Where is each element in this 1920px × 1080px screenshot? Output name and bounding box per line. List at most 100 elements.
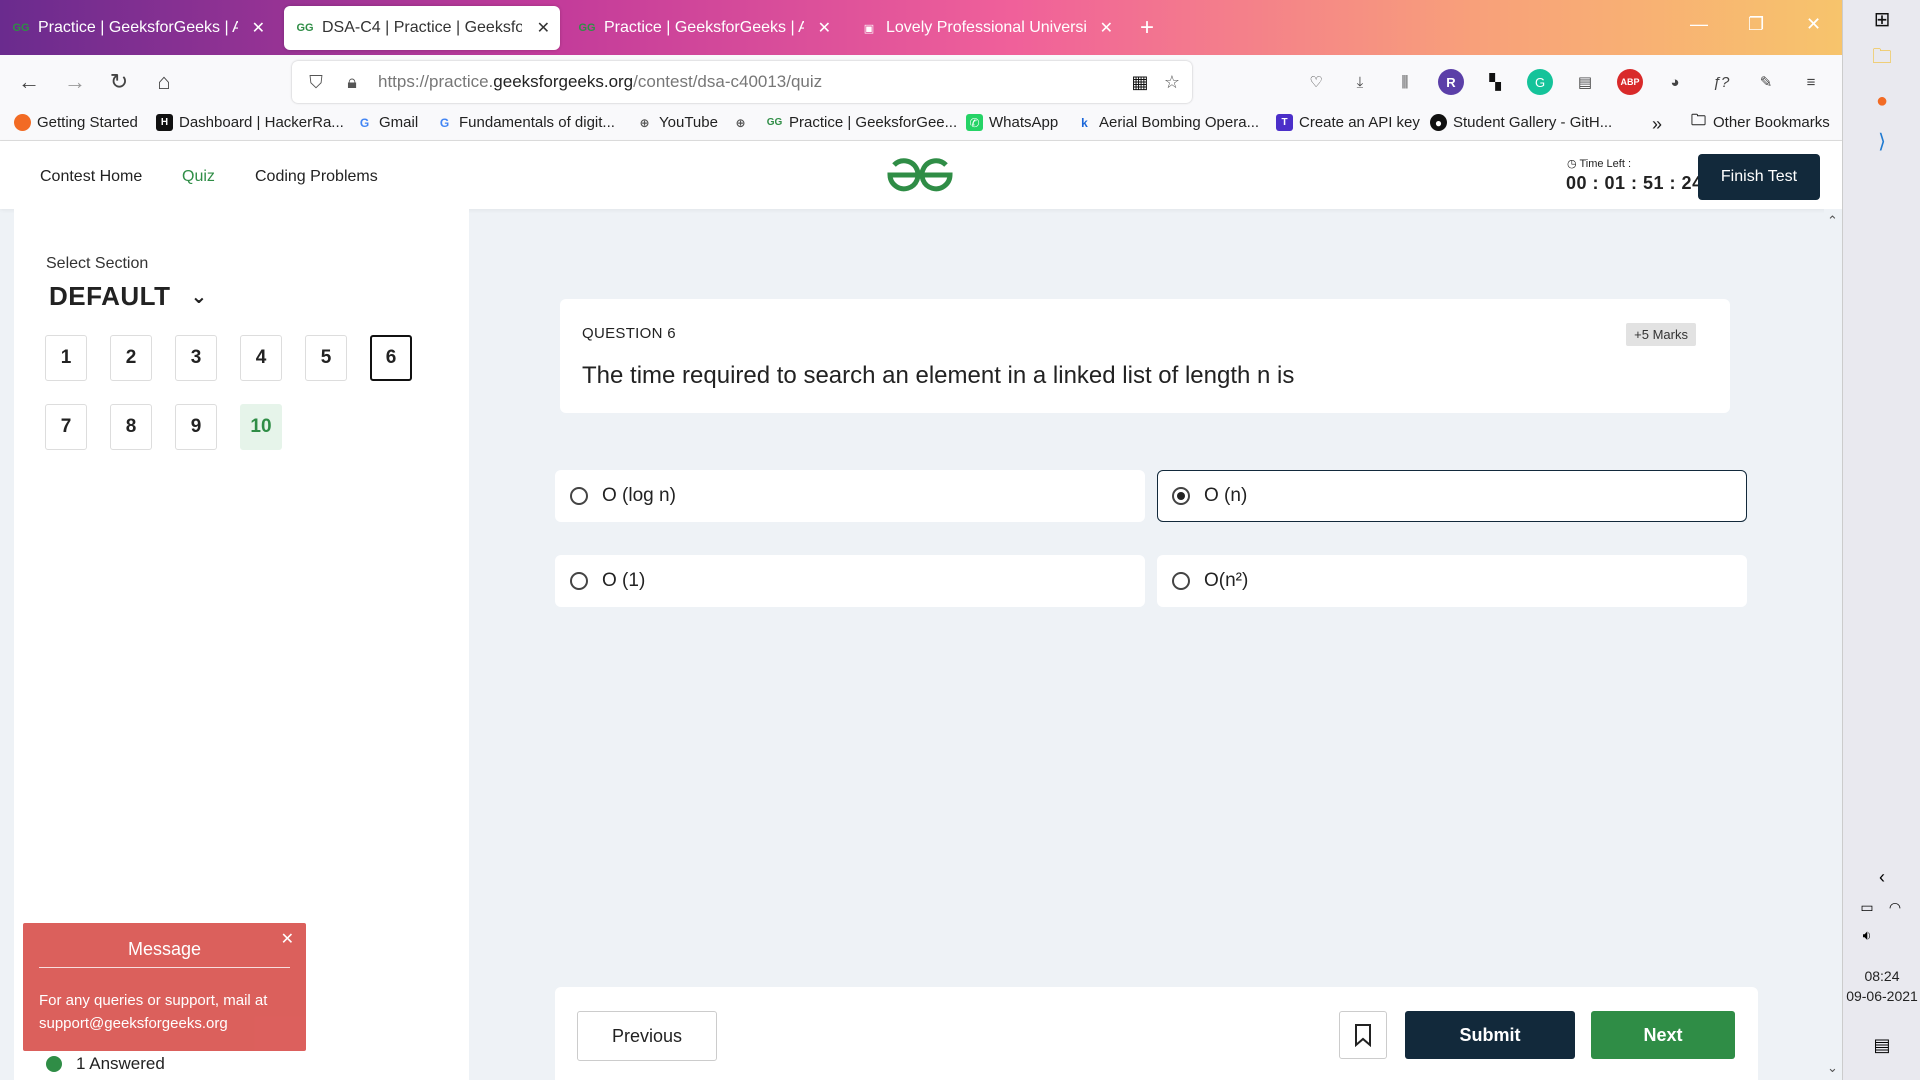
battery-icon[interactable]: ▭: [1855, 892, 1879, 922]
answer-option[interactable]: O (log n): [555, 470, 1145, 522]
section-dropdown[interactable]: DEFAULT ⌄: [49, 281, 208, 312]
question-nav-item[interactable]: 4: [240, 335, 282, 381]
bookmark-item[interactable]: ✆ WhatsApp: [966, 114, 1058, 131]
question-nav-item[interactable]: 7: [45, 404, 87, 450]
other-bookmarks[interactable]: 🗀 Other Bookmarks: [1690, 112, 1830, 131]
bookmark-label: Dashboard | HackerRa...: [179, 114, 344, 131]
close-icon[interactable]: ✕: [818, 18, 831, 38]
adblock-icon[interactable]: ABP: [1617, 69, 1643, 95]
eyedropper-icon[interactable]: ✎: [1753, 69, 1779, 95]
bookmark-item[interactable]: G Fundamentals of digit...: [436, 114, 615, 131]
chevron-left-icon[interactable]: ‹: [1867, 862, 1897, 892]
lock-icon[interactable]: 🔒︎: [340, 72, 364, 93]
answered-label: 1 Answered: [76, 1054, 165, 1073]
browser-tab[interactable]: GG Practice | GeeksforGeeks | A computer…: [0, 6, 275, 50]
close-icon[interactable]: ✕: [537, 18, 550, 38]
question-nav-item[interactable]: 9: [175, 404, 217, 450]
grammarly-icon[interactable]: G: [1527, 69, 1553, 95]
previous-button[interactable]: Previous: [577, 1011, 717, 1061]
account-avatar-icon[interactable]: R: [1438, 69, 1464, 95]
url-bar[interactable]: ⛉ 🔒︎ https://practice.geeksforgeeks.org/…: [292, 61, 1192, 103]
forward-icon[interactable]: →: [60, 67, 90, 97]
question-nav-item[interactable]: 3: [175, 335, 217, 381]
close-icon[interactable]: ✕: [281, 929, 294, 949]
window-close-icon[interactable]: ✕: [1806, 14, 1821, 35]
formula-icon[interactable]: ƒ?: [1708, 69, 1734, 95]
close-icon[interactable]: ✕: [1100, 18, 1113, 38]
browser-tab-active[interactable]: GG DSA-C4 | Practice | GeeksforGeeks ✕: [284, 6, 560, 50]
gfg-favicon-icon: GG: [766, 117, 783, 128]
pocket-icon[interactable]: ♡: [1303, 69, 1329, 95]
system-clock[interactable]: 08:24 09-06-2021: [1843, 966, 1920, 1006]
url-text[interactable]: https://practice.geeksforgeeks.org/conte…: [378, 72, 822, 92]
finish-test-button[interactable]: Finish Test: [1698, 154, 1820, 200]
bookmark-item[interactable]: T Create an API key: [1276, 114, 1420, 131]
nav-contest-home[interactable]: Contest Home: [40, 168, 142, 186]
radio-button[interactable]: [570, 487, 588, 505]
new-tab-icon[interactable]: +: [1140, 14, 1154, 42]
lpu-favicon-icon: ▣: [863, 22, 875, 35]
library-icon[interactable]: ⫼: [1392, 69, 1418, 95]
hackerrank-icon: H: [156, 114, 173, 131]
puzzle-extension-icon[interactable]: ◕: [1662, 69, 1688, 95]
close-icon[interactable]: ✕: [252, 18, 265, 38]
back-icon[interactable]: ←: [14, 67, 44, 97]
menu-icon[interactable]: ≡: [1798, 69, 1824, 95]
bookmark-item[interactable]: Getting Started: [14, 114, 138, 131]
gfg-logo[interactable]: [885, 155, 955, 195]
tab-title: Practice | GeeksforGeeks | A computer sc…: [604, 19, 804, 36]
extensions-grid-icon[interactable]: ▚: [1482, 69, 1508, 95]
browser-tab[interactable]: ▣ Lovely Professional University- OUMS ✕: [848, 6, 1123, 50]
home-icon[interactable]: ⌂: [149, 67, 179, 97]
calendar-extension-icon[interactable]: ▤: [1572, 69, 1598, 95]
question-nav-item[interactable]: 8: [110, 404, 152, 450]
next-button[interactable]: Next: [1591, 1011, 1735, 1059]
bookmark-item[interactable]: ⊕: [732, 114, 755, 131]
minimize-icon[interactable]: —: [1690, 14, 1708, 35]
bookmark-question-button[interactable]: [1339, 1011, 1387, 1059]
bookmark-icon: [1355, 1024, 1371, 1047]
qr-code-icon[interactable]: ▦: [1128, 72, 1152, 93]
browser-tab[interactable]: GG Practice | GeeksforGeeks | A computer…: [566, 6, 841, 50]
restore-icon[interactable]: ❐: [1748, 14, 1764, 35]
scroll-up-icon[interactable]: ⌃: [1827, 213, 1838, 229]
answer-option[interactable]: O (1): [555, 555, 1145, 607]
vscode-icon[interactable]: ⟩: [1867, 126, 1897, 156]
wifi-icon[interactable]: ◠: [1883, 892, 1907, 922]
firefox-icon[interactable]: ●: [1867, 86, 1897, 116]
nav-quiz[interactable]: Quiz: [182, 168, 215, 186]
question-nav-item[interactable]: 2: [110, 335, 152, 381]
notifications-icon[interactable]: ▤: [1867, 1030, 1897, 1060]
bookmark-item[interactable]: k Aerial Bombing Opera...: [1076, 114, 1259, 131]
scroll-down-icon[interactable]: ⌄: [1827, 1060, 1838, 1076]
radio-button-checked[interactable]: [1172, 487, 1190, 505]
google-icon: G: [439, 115, 450, 130]
nav-coding-problems[interactable]: Coding Problems: [255, 168, 378, 186]
bookmark-item[interactable]: GG Practice | GeeksforGee...: [766, 114, 957, 131]
reload-icon[interactable]: ↻: [104, 67, 134, 97]
submit-button[interactable]: Submit: [1405, 1011, 1575, 1059]
question-nav-item-answered[interactable]: 10: [240, 404, 282, 450]
page-scrollbar[interactable]: ⌃ ⌄: [1824, 209, 1842, 1080]
question-nav-item[interactable]: 5: [305, 335, 347, 381]
more-bookmarks-icon[interactable]: »: [1652, 114, 1662, 135]
shield-icon[interactable]: ⛉: [304, 72, 328, 93]
volume-icon[interactable]: 🔉︎: [1855, 920, 1879, 950]
file-explorer-icon[interactable]: 🗀: [1867, 44, 1897, 74]
k-site-icon: k: [1081, 115, 1088, 130]
bookmark-label: WhatsApp: [989, 114, 1059, 131]
bookmark-item[interactable]: ● Student Gallery - GitH...: [1430, 114, 1612, 131]
radio-button[interactable]: [1172, 572, 1190, 590]
bookmark-item[interactable]: H Dashboard | HackerRa...: [156, 114, 344, 131]
radio-button[interactable]: [570, 572, 588, 590]
question-nav-item-current[interactable]: 6: [370, 335, 412, 381]
windows-start-icon[interactable]: ⊞: [1867, 4, 1897, 34]
support-message-toast: Message ✕ For any queries or support, ma…: [23, 923, 306, 1051]
answer-option[interactable]: O(n²): [1157, 555, 1747, 607]
bookmark-item[interactable]: ⊕ YouTube: [636, 114, 717, 131]
download-icon[interactable]: ⤓: [1347, 69, 1373, 95]
bookmark-item[interactable]: G Gmail: [356, 114, 418, 131]
answer-option-selected[interactable]: O (n): [1157, 470, 1747, 522]
question-nav-item[interactable]: 1: [45, 335, 87, 381]
star-icon[interactable]: ☆: [1160, 72, 1184, 93]
